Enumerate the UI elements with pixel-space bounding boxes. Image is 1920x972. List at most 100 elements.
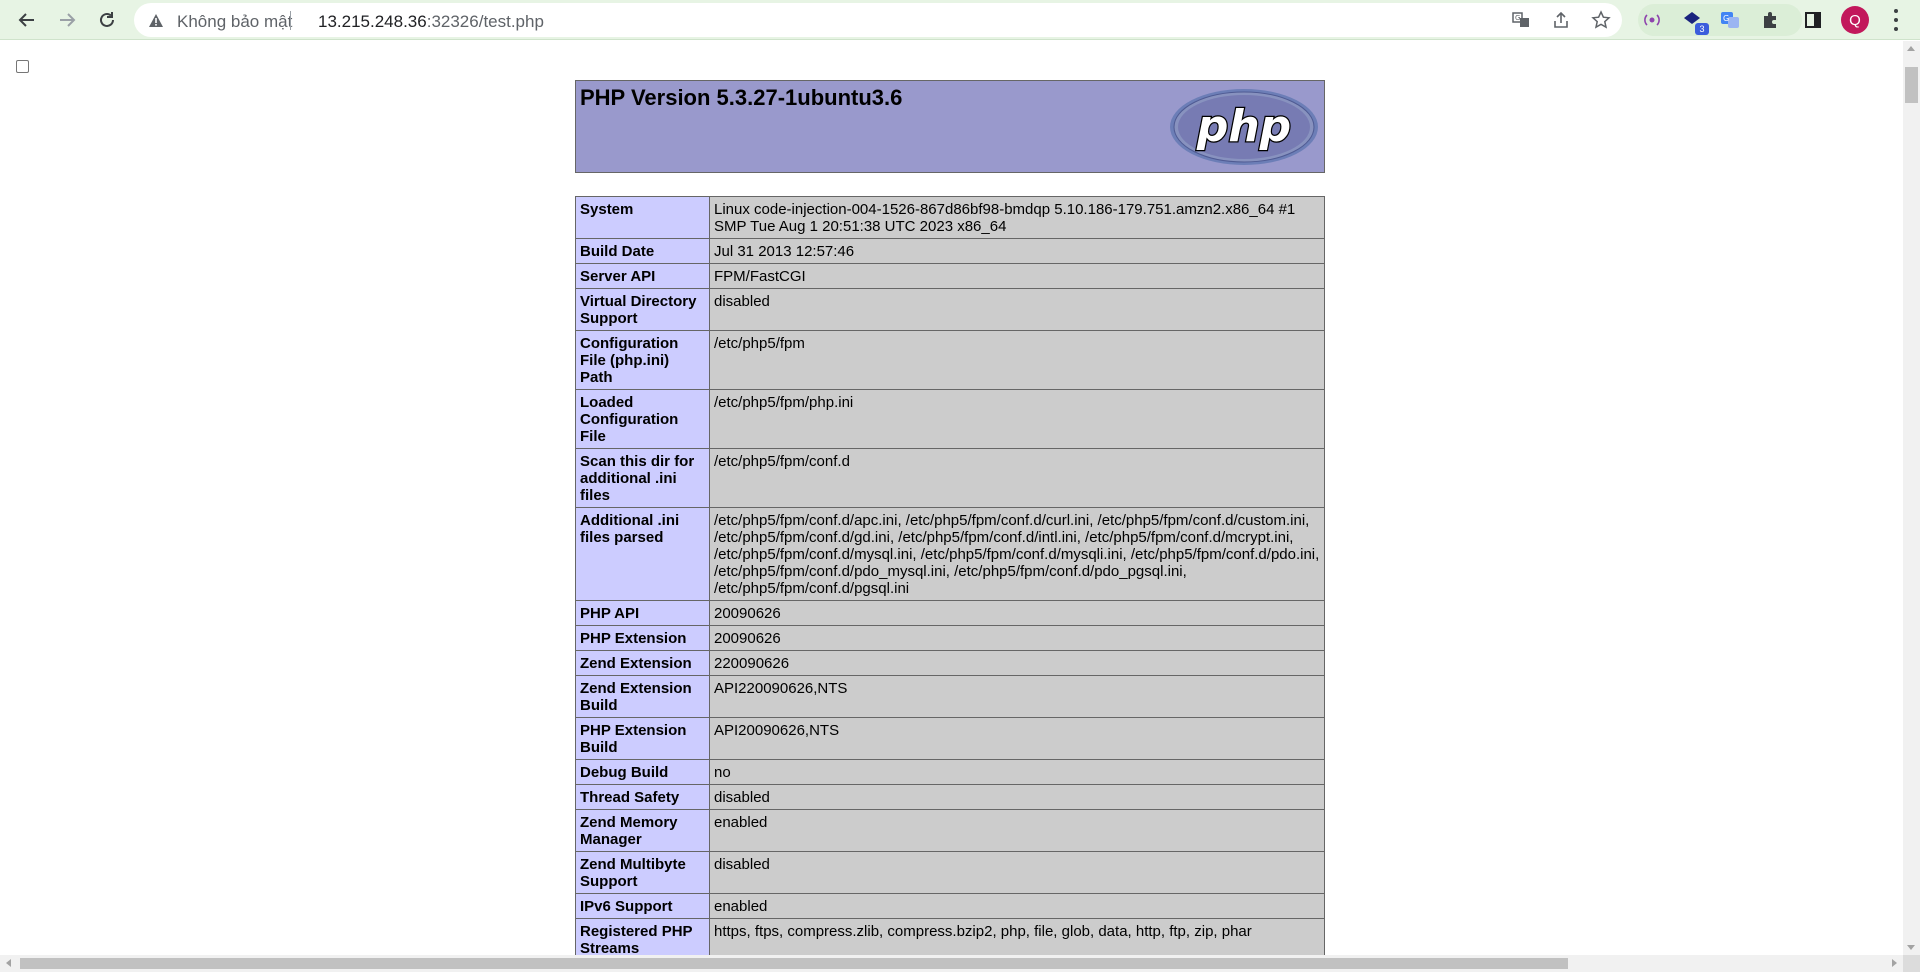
row-value: https, ftps, compress.zlib, compress.bzi… <box>709 918 1325 955</box>
omnibox-divider <box>290 11 291 30</box>
table-row: System Linux code-injection-004-1526-867d… <box>575 196 1325 239</box>
row-value: disabled <box>709 784 1325 810</box>
scroll-down-icon[interactable] <box>1907 945 1915 950</box>
extension-translate-icon[interactable]: G <box>1720 10 1740 30</box>
puzzle-icon[interactable] <box>1760 10 1780 30</box>
row-key: Loaded Configuration File <box>575 389 710 449</box>
table-row: PHP Extension Build API20090626,NTS <box>575 717 1325 760</box>
forward-icon <box>60 13 76 27</box>
row-key: Zend Extension Build <box>575 675 710 718</box>
svg-text:php: php <box>1196 101 1291 152</box>
extension-badge: 3 <box>1695 23 1709 35</box>
row-key: PHP API <box>575 600 710 626</box>
table-row: IPv6 Support enabled <box>575 893 1325 919</box>
reload-button[interactable] <box>91 4 123 36</box>
table-row: Configuration File (php.ini) Path/etc/ph… <box>575 330 1325 390</box>
svg-text:G: G <box>1515 14 1520 22</box>
row-key: Scan this dir for additional .ini files <box>575 448 710 508</box>
table-row: Debug Build no <box>575 759 1325 785</box>
back-icon <box>18 13 34 27</box>
url-path: :32326/test.php <box>426 12 544 31</box>
translate-icon[interactable]: G <box>1511 10 1531 30</box>
row-key: PHP Extension <box>575 625 710 651</box>
row-value: enabled <box>709 809 1325 852</box>
scroll-left-icon[interactable] <box>6 959 11 967</box>
row-key: Registered PHP Streams <box>575 918 710 955</box>
row-key: Zend Multibyte Support <box>575 851 710 894</box>
row-value: /etc/php5/fpm <box>709 330 1325 390</box>
side-panel-button[interactable] <box>1797 4 1829 36</box>
table-row: Zend Memory Manager enabled <box>575 809 1325 852</box>
profile-avatar[interactable]: Q <box>1841 6 1869 34</box>
not-secure-label[interactable]: Không bảo mật <box>177 12 292 32</box>
row-key: Configuration File (php.ini) Path <box>575 330 710 390</box>
phpinfo-table: System Linux code-injection-004-1526-867d… <box>575 196 1325 955</box>
row-value: disabled <box>709 288 1325 331</box>
reload-icon <box>100 12 114 27</box>
page-checkbox[interactable] <box>16 60 29 73</box>
url-text[interactable]: 13.215.248.36:32326/test.php <box>318 12 544 32</box>
table-row: PHP Extension 20090626 <box>575 625 1325 651</box>
row-value: no <box>709 759 1325 785</box>
svg-text:G: G <box>1723 14 1729 23</box>
row-key: Build Date <box>575 238 710 264</box>
address-bar[interactable]: Không bảo mật 13.215.248.36:32326/test.p… <box>134 3 1622 37</box>
table-row: Server API FPM/FastCGI <box>575 263 1325 289</box>
table-row: Scan this dir for additional .ini files /… <box>575 448 1325 508</box>
row-value: /etc/php5/fpm/php.ini <box>709 389 1325 449</box>
horizontal-scrollbar[interactable] <box>0 955 1903 972</box>
row-key: Server API <box>575 263 710 289</box>
row-key: Additional .ini files parsed <box>575 507 710 601</box>
forward-button[interactable] <box>51 4 83 36</box>
table-row: Zend Extension Build API220090626,NTS <box>575 675 1325 718</box>
table-row: PHP API 20090626 <box>575 600 1325 626</box>
row-value: 20090626 <box>709 600 1325 626</box>
horizontal-scroll-thumb[interactable] <box>20 958 1568 969</box>
row-value: /etc/php5/fpm/conf.d/apc.ini, /etc/php5/… <box>709 507 1325 601</box>
vertical-scroll-thumb[interactable] <box>1905 67 1918 103</box>
extension-radio-icon[interactable] <box>1642 10 1662 30</box>
share-icon[interactable] <box>1551 10 1571 30</box>
warning-icon[interactable] <box>149 14 163 27</box>
menu-icon[interactable] <box>1893 9 1899 31</box>
scroll-right-icon[interactable] <box>1892 959 1897 967</box>
browser-toolbar: Không bảo mật 13.215.248.36:32326/test.p… <box>0 0 1920 40</box>
vertical-scrollbar[interactable] <box>1903 41 1920 955</box>
table-row: Build Date Jul 31 2013 12:57:46 <box>575 238 1325 264</box>
row-value: Linux code-injection-004-1526-867d86bf98… <box>709 196 1325 239</box>
row-value: FPM/FastCGI <box>709 263 1325 289</box>
page-viewport: PHP Version 5.3.27-1ubuntu3.6 php System… <box>0 41 1903 955</box>
table-row: Virtual Directory Support disabled <box>575 288 1325 331</box>
phpinfo-header: PHP Version 5.3.27-1ubuntu3.6 php <box>575 80 1325 173</box>
row-key: Debug Build <box>575 759 710 785</box>
row-value: API220090626,NTS <box>709 675 1325 718</box>
row-value: /etc/php5/fpm/conf.d <box>709 448 1325 508</box>
row-key: IPv6 Support <box>575 893 710 919</box>
row-value: API20090626,NTS <box>709 717 1325 760</box>
star-icon[interactable] <box>1591 10 1611 30</box>
side-panel-icon <box>1805 12 1821 28</box>
extensions-area: 3 G <box>1638 4 1802 36</box>
scroll-up-icon[interactable] <box>1907 46 1915 51</box>
row-key: Zend Memory Manager <box>575 809 710 852</box>
row-value: 220090626 <box>709 650 1325 676</box>
table-row: Loaded Configuration File/etc/php5/fpm/p… <box>575 389 1325 449</box>
extension-icon[interactable]: 3 <box>1682 10 1709 35</box>
row-key: PHP Extension Build <box>575 717 710 760</box>
php-logo: php <box>1170 89 1318 165</box>
page-title: PHP Version 5.3.27-1ubuntu3.6 <box>580 85 903 110</box>
row-key: Zend Extension <box>575 650 710 676</box>
table-row: Zend Extension 220090626 <box>575 650 1325 676</box>
table-row: Thread Safety disabled <box>575 784 1325 810</box>
row-value: Jul 31 2013 12:57:46 <box>709 238 1325 264</box>
row-key: Virtual Directory Support <box>575 288 710 331</box>
row-value: enabled <box>709 893 1325 919</box>
table-row: Zend Multibyte Support disabled <box>575 851 1325 894</box>
back-button[interactable] <box>11 4 43 36</box>
table-row: Registered PHP Streams https, ftps, compr… <box>575 918 1325 955</box>
scrollbar-corner <box>1903 955 1920 972</box>
row-value: 20090626 <box>709 625 1325 651</box>
row-key: System <box>575 196 710 239</box>
row-value: disabled <box>709 851 1325 894</box>
row-key: Thread Safety <box>575 784 710 810</box>
